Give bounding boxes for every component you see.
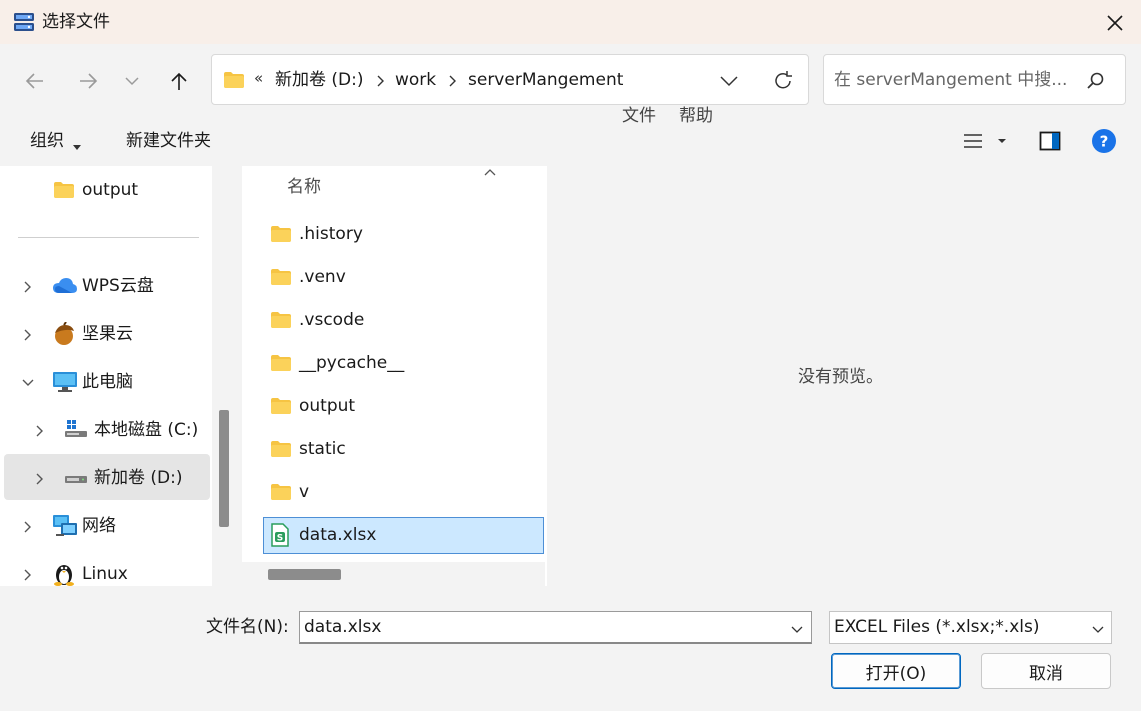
sidebar-divider <box>18 237 199 238</box>
svg-text:S: S <box>277 534 283 544</box>
refresh-icon <box>775 71 792 89</box>
folder-icon <box>270 354 292 372</box>
file-name: output <box>299 396 356 416</box>
network-icon <box>52 514 78 542</box>
title-bar <box>0 0 1141 44</box>
file-list-hscrollbar-thumb[interactable] <box>268 569 341 580</box>
folder-icon <box>223 71 245 93</box>
chevron-right-icon[interactable] <box>374 73 386 92</box>
filename-label: 文件名(N): <box>206 617 289 637</box>
menu-help[interactable]: 帮助 <box>679 104 713 128</box>
chevron-down-icon <box>1090 621 1106 640</box>
file-name: v <box>299 482 310 502</box>
chevron-down-icon <box>720 76 738 87</box>
address-dropdown-button[interactable] <box>719 73 739 93</box>
arrow-left-icon <box>25 73 43 89</box>
window-app-icon <box>13 11 35 33</box>
chevron-down-icon <box>791 626 803 633</box>
drive-icon <box>64 471 88 490</box>
sidebar-scrollbar-thumb[interactable] <box>219 410 229 527</box>
windows-drive-icon <box>64 419 88 443</box>
spreadsheet-file-icon: S <box>270 523 292 547</box>
recent-locations-button[interactable] <box>117 66 147 96</box>
folder-icon <box>270 483 292 501</box>
organize-button[interactable]: 组织 <box>30 129 64 153</box>
arrow-up-icon <box>171 72 187 90</box>
sidebar-item-drive-c[interactable]: 本地磁盘 (C:) <box>94 418 198 442</box>
breadcrumb-item[interactable]: work <box>395 68 436 92</box>
chevron-down-icon <box>125 77 139 86</box>
preview-pane-icon <box>1039 131 1061 151</box>
file-name: static <box>299 439 346 459</box>
arrow-right-icon <box>80 73 98 89</box>
cloud-icon <box>52 276 78 300</box>
search-icon[interactable] <box>1086 71 1106 95</box>
breadcrumb-item[interactable]: 新加卷 (D:) <box>275 68 364 92</box>
help-button[interactable]: ? <box>1091 128 1117 158</box>
sidebar-item-wps-cloud[interactable]: WPS云盘 <box>82 274 154 298</box>
file-name: data.xlsx <box>299 525 377 545</box>
open-button[interactable]: 打开(O) <box>831 653 961 689</box>
sidebar-item-this-pc[interactable]: 此电脑 <box>82 370 133 394</box>
filename-history-dropdown[interactable] <box>789 621 805 640</box>
close-button[interactable] <box>1098 6 1132 40</box>
file-name: .venv <box>299 267 346 287</box>
filetype-value: EXCEL Files (*.xlsx;*.xls) <box>834 617 1040 637</box>
sidebar-item-linux[interactable]: Linux <box>82 562 128 586</box>
menu-file[interactable]: 文件 <box>622 104 656 128</box>
expand-chevron-icon[interactable] <box>21 567 35 581</box>
expand-chevron-icon[interactable] <box>33 423 47 437</box>
up-button[interactable] <box>164 66 194 96</box>
file-name: __pycache__ <box>299 353 405 373</box>
help-icon: ? <box>1092 129 1116 153</box>
view-options-button[interactable] <box>962 132 1010 154</box>
folder-icon <box>270 268 292 286</box>
forward-button[interactable] <box>73 66 103 96</box>
search-input[interactable]: 在 serverMangement 中搜... <box>834 68 1067 92</box>
breadcrumb-overflow[interactable]: « <box>254 69 263 87</box>
list-view-icon <box>964 134 1006 148</box>
folder-icon <box>270 397 292 415</box>
expand-chevron-icon[interactable] <box>21 519 35 533</box>
refresh-button[interactable] <box>772 70 794 96</box>
nut-icon <box>52 321 76 350</box>
filename-input[interactable] <box>299 611 812 644</box>
sidebar-item-network[interactable]: 网络 <box>82 514 116 538</box>
dialog-footer <box>0 586 1141 711</box>
sidebar-item-label: 新加卷 (D:) <box>94 468 183 488</box>
file-name: .vscode <box>299 310 365 330</box>
breadcrumb-item[interactable]: serverMangement <box>468 68 623 92</box>
folder-icon <box>53 181 75 203</box>
sort-ascending-icon <box>483 162 497 176</box>
expand-chevron-icon[interactable] <box>21 279 35 293</box>
collapse-chevron-icon[interactable] <box>21 375 35 389</box>
back-button[interactable] <box>20 66 50 96</box>
computer-icon <box>52 371 78 397</box>
preview-pane-button[interactable] <box>1039 131 1061 155</box>
svg-text:?: ? <box>1100 133 1109 151</box>
new-folder-button[interactable]: 新建文件夹 <box>126 129 211 153</box>
folder-icon <box>270 225 292 243</box>
chevron-right-icon[interactable] <box>446 73 458 92</box>
close-icon <box>1107 15 1123 31</box>
sidebar-item-jianguoyun[interactable]: 坚果云 <box>82 322 133 346</box>
cancel-button[interactable]: 取消 <box>981 653 1111 689</box>
column-header-name[interactable]: 名称 <box>287 175 321 199</box>
sidebar-item-output[interactable]: output <box>82 178 138 202</box>
window-title: 选择文件 <box>42 12 110 32</box>
no-preview-text: 没有预览。 <box>798 367 883 387</box>
file-name: .history <box>299 224 363 244</box>
expand-chevron-icon[interactable] <box>33 471 47 485</box>
folder-icon <box>270 311 292 329</box>
caret-down-icon <box>72 137 82 156</box>
folder-icon <box>270 440 292 458</box>
expand-chevron-icon[interactable] <box>21 327 35 341</box>
